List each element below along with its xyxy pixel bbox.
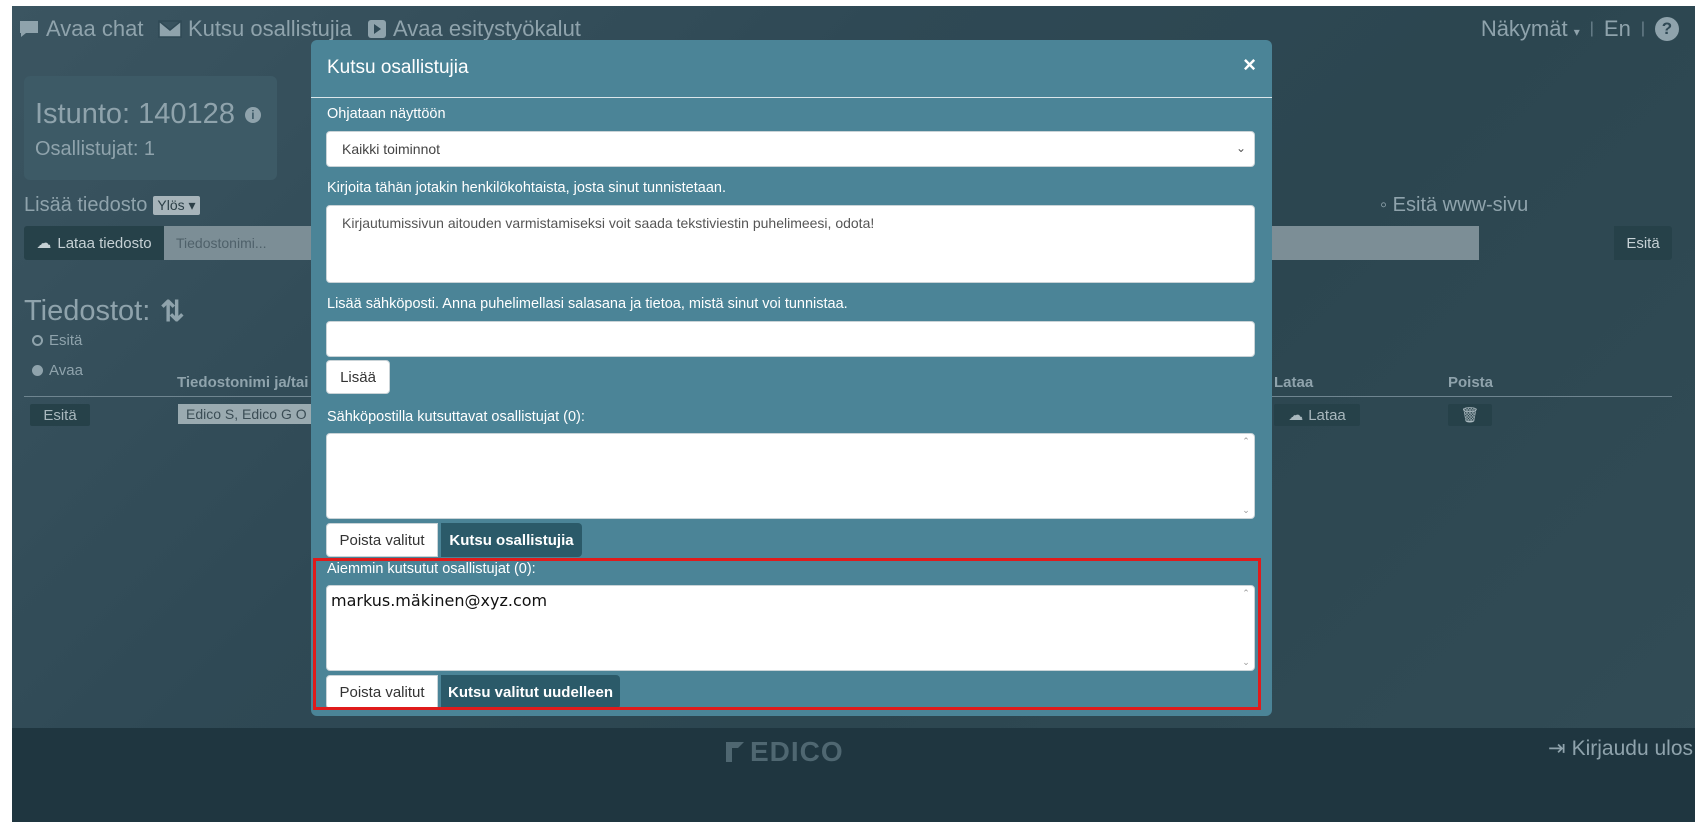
help-icon[interactable]: ?: [1655, 17, 1679, 41]
scrollbar[interactable]: ⌃ ⌄: [1240, 436, 1252, 516]
email-label: Lisää sähköposti. Anna puhelimellasi sal…: [327, 296, 848, 312]
views-dropdown[interactable]: Näkymät ▾: [1481, 16, 1580, 42]
remove-selected-button[interactable]: Poista valitut: [326, 523, 438, 557]
logout-icon: ⇥: [1547, 737, 1566, 760]
language-link[interactable]: En: [1604, 16, 1631, 42]
row-filename: Edico S, Edico G O: [178, 404, 318, 424]
upload-file-button[interactable]: ☁ Lataa tiedosto: [24, 226, 164, 260]
participants-count: Osallistujat: 1: [35, 138, 156, 160]
envelope-icon: [158, 20, 182, 38]
sort-icon[interactable]: ⇅: [160, 294, 184, 329]
add-file-heading: Lisää tiedosto Ylös ▾: [24, 194, 200, 217]
redirect-label: Ohjataan näyttöön: [327, 106, 446, 122]
open-tools-link[interactable]: Avaa esitystyökalut: [367, 16, 581, 42]
reinvite-selected-button[interactable]: Kutsu valitut uudelleen: [441, 675, 620, 709]
invite-modal: Kutsu osallistujia × Ohjataan näyttöön K…: [311, 40, 1272, 716]
order-select[interactable]: Ylös ▾: [153, 196, 200, 215]
modal-title: Kutsu osallistujia: [327, 57, 469, 78]
scroll-up-icon: ⌃: [1242, 436, 1250, 446]
modal-header: Kutsu osallistujia ×: [311, 40, 1272, 98]
chevron-down-icon: ⌄: [1235, 141, 1246, 155]
separator: |: [1640, 20, 1645, 37]
logout-link[interactable]: ⇥ Kirjaudu ulos: [1548, 736, 1693, 761]
play-square-icon: [368, 20, 386, 38]
scroll-up-icon: ⌃: [1242, 588, 1250, 598]
edico-logo-icon: [726, 742, 744, 762]
cloud-upload-icon: ☁: [36, 235, 52, 252]
col-download: Lataa: [1274, 374, 1314, 391]
redirect-select[interactable]: Kaikki toiminnot ⌄: [326, 131, 1255, 167]
previous-invitees-label: Aiemmin kutsutut osallistujat (0):: [327, 561, 536, 577]
present-button[interactable]: Esitä: [1614, 226, 1672, 260]
info-icon[interactable]: i: [244, 106, 261, 123]
invite-link[interactable]: Kutsu osallistujia: [158, 16, 352, 42]
personal-message-label: Kirjoita tähän jotakin henkilökohtaista,…: [327, 180, 726, 196]
invitees-label: Sähköpostilla kutsuttavat osallistujat (…: [327, 409, 585, 425]
scroll-down-icon: ⌄: [1242, 505, 1250, 515]
present-web-link[interactable]: ◦ Esitä www-sivu: [1380, 194, 1528, 217]
invitees-list[interactable]: ⌃ ⌄: [326, 433, 1255, 519]
session-title: Istunto: 140128 i: [35, 98, 261, 131]
radio-circle[interactable]: [32, 335, 43, 346]
files-title: Tiedostot: ⇅: [24, 294, 185, 329]
radio-open[interactable]: Avaa: [32, 362, 83, 379]
footer: EDICO ⇥ Kirjaudu ulos: [12, 728, 1695, 822]
col-delete: Poista: [1448, 374, 1494, 391]
radio-circle[interactable]: [32, 365, 43, 376]
row-present-button[interactable]: Esitä: [30, 404, 90, 426]
personal-message-textarea[interactable]: Kirjautumissivun aitouden varmistamiseks…: [326, 205, 1255, 283]
email-input[interactable]: [326, 321, 1255, 357]
col-filename: Tiedostonimi ja/tai: [177, 374, 309, 391]
scrollbar[interactable]: ⌃ ⌄: [1240, 588, 1252, 668]
open-chat-link[interactable]: Avaa chat: [18, 16, 143, 42]
remove-selected-button-2[interactable]: Poista valitut: [326, 675, 438, 709]
session-card: Istunto: 140128 i Osallistujat: 1: [24, 76, 277, 180]
radio-present[interactable]: Esitä: [32, 332, 82, 349]
invite-participants-button[interactable]: Kutsu osallistujia: [441, 523, 582, 557]
nav-right: Näkymät ▾ | En | ?: [1481, 16, 1679, 42]
caret-down-icon: ▾: [1573, 25, 1580, 39]
scroll-down-icon: ⌄: [1242, 657, 1250, 667]
edico-logo: EDICO: [724, 736, 844, 768]
cloud-download-icon: ☁: [1288, 407, 1304, 424]
close-icon[interactable]: ×: [1243, 52, 1256, 78]
separator: |: [1589, 20, 1594, 37]
row-download-button[interactable]: ☁ Lataa: [1274, 404, 1360, 426]
list-item[interactable]: markus.mäkinen@xyz.com: [331, 591, 1250, 610]
previous-invitees-list[interactable]: markus.mäkinen@xyz.com ⌃ ⌄: [326, 585, 1255, 671]
trash-icon: 🗑: [1460, 407, 1480, 424]
add-email-button[interactable]: Lisää: [326, 360, 390, 394]
row-delete-button[interactable]: 🗑: [1448, 404, 1492, 426]
chat-icon: [20, 21, 38, 37]
